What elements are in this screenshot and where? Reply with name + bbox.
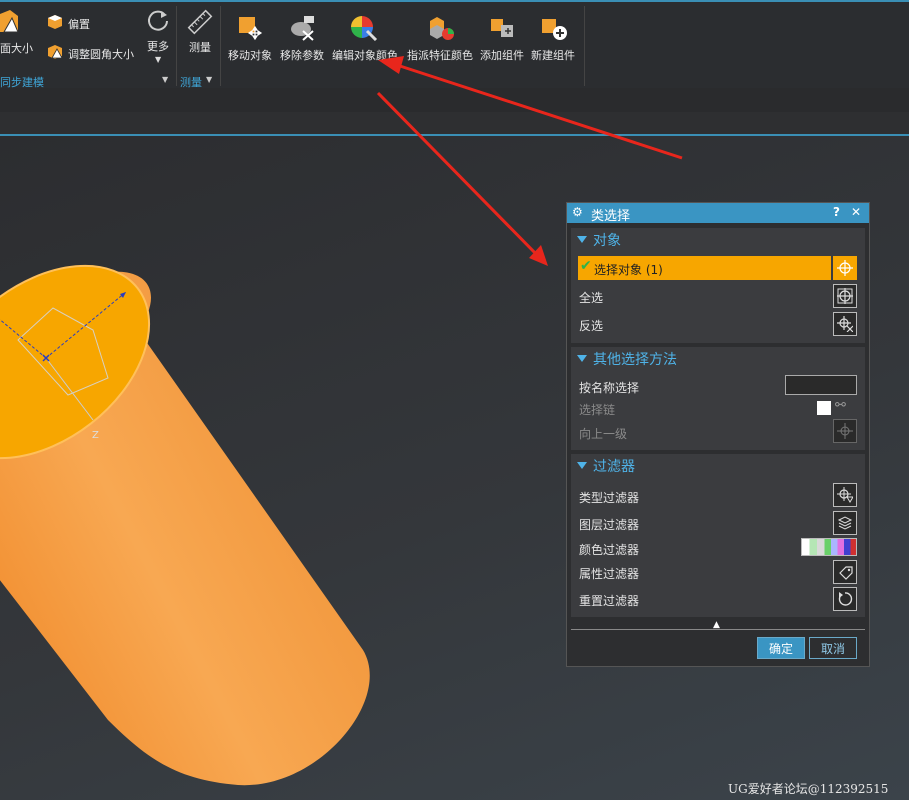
- color-filter-label: 颜色过滤器: [579, 543, 640, 557]
- crosshair-icon[interactable]: [833, 256, 857, 280]
- collapse-icon[interactable]: [577, 236, 587, 243]
- up-one-level-button[interactable]: [833, 419, 857, 443]
- collapse-icon[interactable]: [577, 462, 587, 469]
- name-input[interactable]: [785, 375, 857, 395]
- select-all-label: 全选: [579, 291, 604, 305]
- select-object-row[interactable]: ✔ 选择对象 (1): [578, 256, 831, 280]
- invert-label: 反选: [579, 319, 604, 333]
- reset-icon[interactable]: [833, 587, 857, 611]
- collapse-up-icon[interactable]: ▲: [713, 620, 720, 630]
- filter-section: 过滤器 类型过滤器 图层过滤器 颜色过滤器 属性过滤器 重置过滤器: [571, 454, 865, 617]
- up-one-level-label: 向上一级: [579, 427, 628, 441]
- color-filter-swatch[interactable]: [801, 538, 857, 556]
- type-filter-button[interactable]: [833, 483, 857, 507]
- chain-label: 选择链: [579, 403, 616, 417]
- ok-button[interactable]: 确定: [757, 637, 805, 659]
- other-methods-section: 其他选择方法 按名称选择 选择链 ⚯ 向上一级: [571, 347, 865, 450]
- check-icon: ✔: [580, 258, 592, 274]
- help-button[interactable]: ?: [833, 205, 840, 219]
- layer-filter-button[interactable]: [833, 511, 857, 535]
- attribute-filter-label: 属性过滤器: [579, 567, 640, 581]
- link-icon: ⚯: [835, 398, 846, 413]
- dialog-titlebar[interactable]: ⚙ 类选择 ? ✕: [567, 203, 869, 224]
- object-section: 对象 ✔ 选择对象 (1) 全选 反选: [571, 228, 865, 343]
- invert-selection-button[interactable]: [833, 312, 857, 336]
- filter-section-title[interactable]: 过滤器: [593, 456, 635, 476]
- class-selection-dialog: ⚙ 类选择 ? ✕ 对象 ✔ 选择对象 (1) 全选 反选 其他选择方法 按名称…: [566, 202, 870, 667]
- type-filter-label: 类型过滤器: [579, 491, 640, 505]
- dialog-title: 类选择: [591, 209, 631, 224]
- chain-checkbox[interactable]: [817, 401, 831, 415]
- collapse-icon[interactable]: [577, 355, 587, 362]
- by-name-label: 按名称选择: [579, 381, 640, 395]
- other-methods-title[interactable]: 其他选择方法: [593, 349, 677, 369]
- layer-filter-label: 图层过滤器: [579, 518, 640, 532]
- gear-icon: ⚙: [572, 205, 583, 219]
- select-object-label: 选择对象 (1): [594, 263, 663, 277]
- select-all-button[interactable]: [833, 284, 857, 308]
- cancel-button[interactable]: 取消: [809, 637, 857, 659]
- reset-filter-label: 重置过滤器: [579, 594, 640, 608]
- tag-icon[interactable]: [833, 560, 857, 584]
- close-button[interactable]: ✕: [851, 205, 861, 219]
- watermark: UG爱好者论坛@112392515: [728, 782, 889, 796]
- object-section-title[interactable]: 对象: [593, 230, 621, 250]
